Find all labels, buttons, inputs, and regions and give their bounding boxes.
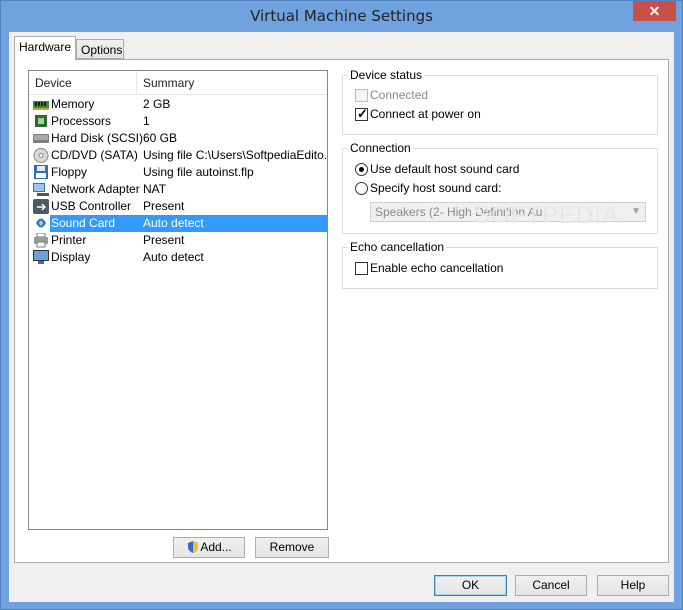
add-button[interactable]: Add... bbox=[173, 537, 245, 558]
device-summary: Using file C:\Users\SoftpediaEdito... bbox=[143, 148, 327, 162]
column-header-device[interactable]: Device bbox=[29, 71, 137, 95]
specify-host-radio[interactable] bbox=[355, 182, 368, 195]
device-summary: Present bbox=[143, 199, 185, 213]
dialog-client-area: Hardware Options Device Summary Memory 2… bbox=[9, 32, 674, 602]
device-row-hard-disk[interactable]: Hard Disk (SCSI) 60 GB bbox=[29, 130, 327, 147]
sound-card-icon bbox=[36, 218, 46, 228]
memory-icon bbox=[33, 101, 49, 110]
device-row-usb-controller[interactable]: USB Controller Present bbox=[29, 198, 327, 215]
device-list-header: Device Summary bbox=[29, 71, 327, 95]
device-list[interactable]: Device Summary Memory 2 GB Processors 1 … bbox=[28, 70, 328, 530]
checkmark-icon: ✓ bbox=[357, 106, 368, 121]
tab-options-label: Options bbox=[81, 43, 123, 57]
device-name: Printer bbox=[51, 233, 87, 247]
device-name: USB Controller bbox=[51, 199, 132, 213]
device-row-network-adapter[interactable]: Network Adapter NAT bbox=[29, 181, 327, 198]
device-summary: Auto detect bbox=[143, 250, 204, 264]
connect-at-power-on-label: Connect at power on bbox=[370, 107, 481, 121]
floppy-icon bbox=[34, 165, 48, 179]
connection-title: Connection bbox=[348, 141, 413, 155]
network-adapter-icon bbox=[33, 183, 49, 196]
device-status-title: Device status bbox=[348, 68, 425, 82]
echo-cancellation-title: Echo cancellation bbox=[348, 240, 447, 254]
device-summary: NAT bbox=[143, 182, 167, 196]
connected-checkbox[interactable] bbox=[355, 89, 368, 102]
hard-disk-icon bbox=[33, 134, 49, 143]
add-button-label: Add... bbox=[200, 540, 232, 554]
device-summary: Present bbox=[143, 233, 185, 247]
device-name: Memory bbox=[51, 97, 95, 111]
device-summary: Auto detect bbox=[137, 215, 327, 232]
ok-button[interactable]: OK bbox=[434, 575, 507, 596]
help-button[interactable]: Help bbox=[597, 575, 669, 596]
close-icon: ✕ bbox=[648, 3, 661, 19]
device-name: Sound Card bbox=[50, 215, 137, 232]
specify-host-label: Specify host sound card: bbox=[370, 181, 502, 195]
device-row-printer[interactable]: Printer Present bbox=[29, 232, 327, 249]
tab-hardware-label: Hardware bbox=[19, 40, 72, 54]
device-summary: Using file autoinst.flp bbox=[143, 165, 254, 179]
device-name: CD/DVD (SATA) bbox=[51, 148, 138, 162]
device-row-cd-dvd[interactable]: CD/DVD (SATA) Using file C:\Users\Softpe… bbox=[29, 147, 327, 164]
device-name: Floppy bbox=[51, 165, 88, 179]
tab-options[interactable]: Options bbox=[76, 39, 124, 59]
device-row-floppy[interactable]: Floppy Using file autoinst.flp bbox=[29, 164, 327, 181]
cd-dvd-icon bbox=[33, 148, 49, 163]
watermark-text: SOFTPEDIA bbox=[474, 202, 620, 229]
device-name: Display bbox=[51, 250, 91, 264]
close-button[interactable]: ✕ bbox=[633, 1, 676, 21]
enable-echo-cancellation-label: Enable echo cancellation bbox=[370, 261, 504, 275]
echo-cancellation-group: Echo cancellation Enable echo cancellati… bbox=[342, 240, 658, 289]
device-name: Network Adapter bbox=[51, 182, 140, 196]
tab-hardware[interactable]: Hardware bbox=[14, 36, 76, 60]
column-header-summary[interactable]: Summary bbox=[137, 71, 327, 95]
window-title: Virtual Machine Settings bbox=[250, 7, 433, 25]
usb-icon bbox=[33, 199, 49, 214]
use-default-radio[interactable] bbox=[355, 163, 368, 176]
device-summary: 2 GB bbox=[143, 97, 171, 111]
device-summary: 1 bbox=[143, 114, 150, 128]
enable-echo-cancellation-checkbox[interactable] bbox=[355, 262, 368, 275]
device-row-memory[interactable]: Memory 2 GB bbox=[29, 96, 327, 113]
device-name: Processors bbox=[51, 114, 112, 128]
cancel-button[interactable]: Cancel bbox=[515, 575, 587, 596]
printer-icon bbox=[34, 233, 48, 248]
device-row-display[interactable]: Display Auto detect bbox=[29, 249, 327, 266]
radio-selected-dot bbox=[359, 167, 364, 172]
title-bar[interactable]: Virtual Machine Settings ✕ bbox=[1, 1, 682, 32]
connect-at-power-on-checkbox[interactable]: ✓ bbox=[355, 106, 368, 121]
device-summary: 60 GB bbox=[143, 131, 178, 145]
shield-icon bbox=[188, 541, 199, 553]
display-icon bbox=[33, 250, 49, 264]
hardware-tab-panel: Device Summary Memory 2 GB Processors 1 … bbox=[14, 59, 669, 563]
chevron-down-icon: ▼ bbox=[631, 206, 641, 217]
use-default-label: Use default host sound card bbox=[370, 162, 520, 176]
connected-label: Connected bbox=[370, 88, 429, 102]
device-status-group: Device status Connected ✓ Connect at pow… bbox=[342, 68, 658, 135]
processor-icon bbox=[35, 115, 47, 127]
virtual-machine-settings-window: Virtual Machine Settings ✕ Hardware Opti… bbox=[0, 0, 683, 610]
device-row-sound-card[interactable]: Sound Card Auto detect bbox=[29, 215, 327, 232]
device-row-processors[interactable]: Processors 1 bbox=[29, 113, 327, 130]
remove-button[interactable]: Remove bbox=[255, 537, 329, 558]
device-name: Hard Disk (SCSI) bbox=[51, 131, 144, 145]
